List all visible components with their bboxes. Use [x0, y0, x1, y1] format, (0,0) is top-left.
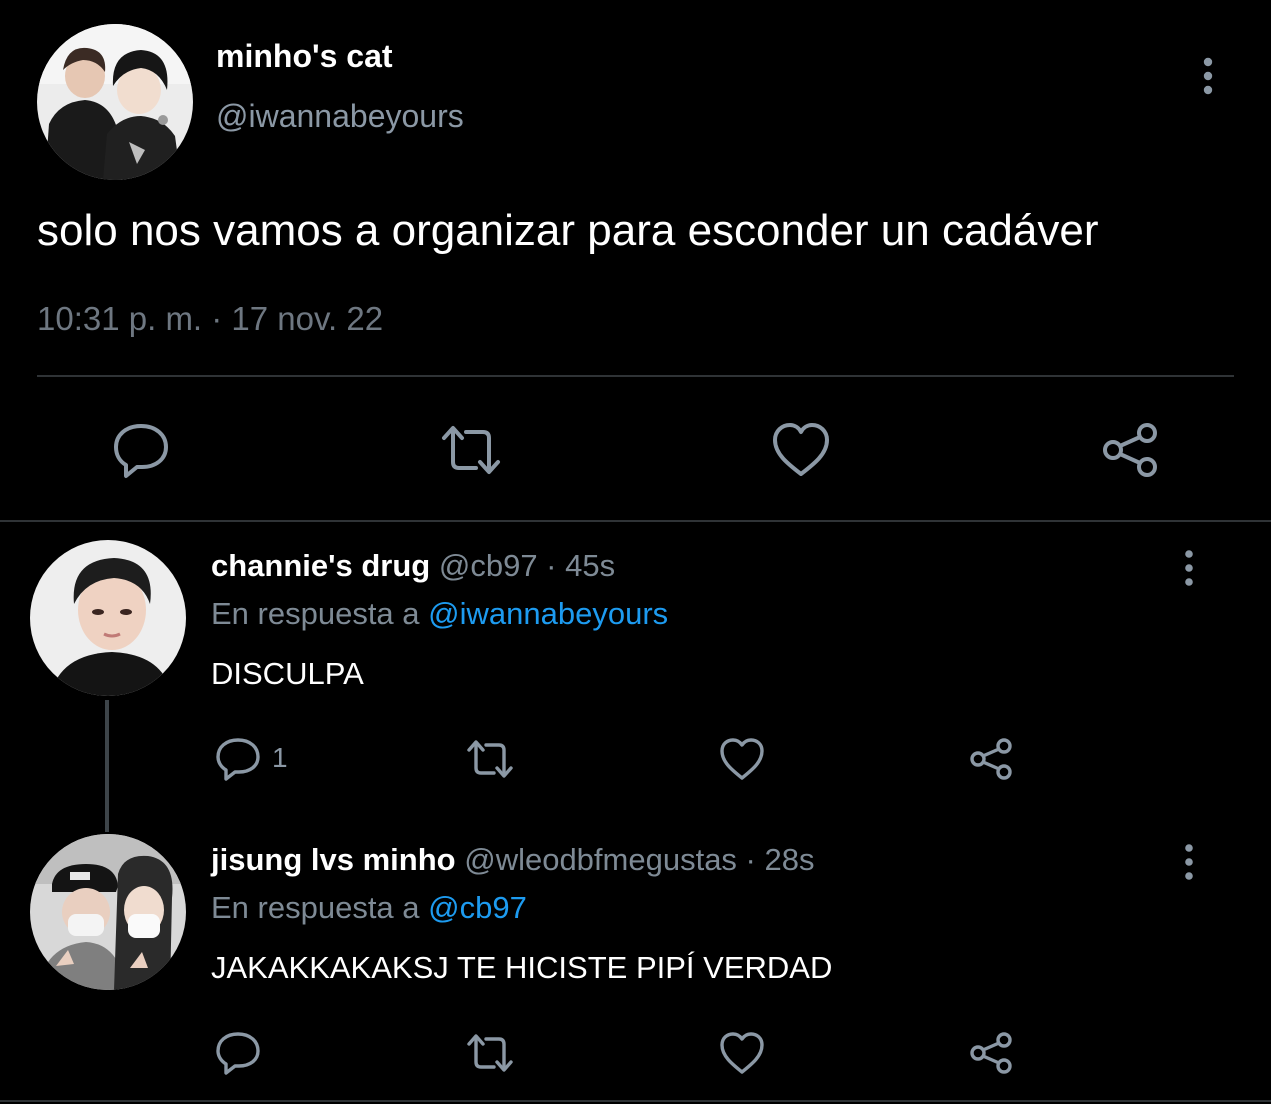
reply-header[interactable]: jisung lvs minho @wleodbfmegustas · 28s [211, 842, 814, 878]
reply-icon[interactable] [214, 736, 262, 782]
reply-prefix: En respuesta a [211, 890, 420, 925]
main-tweet-timestamp[interactable]: 10:31 p. m. · 17 nov. 22 [37, 300, 383, 338]
more-options-icon[interactable] [1190, 56, 1226, 96]
like-icon[interactable] [770, 420, 832, 480]
reply-meta: @cb97 · 45s [438, 548, 616, 583]
more-options-icon[interactable] [1174, 842, 1204, 882]
reply-display-name[interactable]: channie's drug [211, 548, 430, 583]
share-icon[interactable] [1100, 420, 1162, 480]
reply-context: En respuesta a @cb97 [211, 890, 527, 926]
main-handle[interactable]: @iwannabeyours [216, 98, 464, 135]
divider [37, 375, 1234, 377]
reply-avatar[interactable] [30, 834, 186, 990]
divider [0, 520, 1271, 522]
reply-to-link[interactable]: @iwannabeyours [428, 596, 668, 631]
share-icon[interactable] [968, 736, 1016, 782]
like-icon[interactable] [718, 1030, 766, 1076]
reply-prefix: En respuesta a [211, 596, 420, 631]
reply-context: En respuesta a @iwannabeyours [211, 596, 668, 632]
more-options-icon[interactable] [1174, 548, 1204, 588]
two-person-photo-avatar-icon [37, 24, 193, 180]
reply-icon[interactable] [214, 1030, 262, 1076]
retweet-icon[interactable] [440, 420, 502, 480]
divider [0, 1100, 1271, 1102]
reply-to-link[interactable]: @cb97 [428, 890, 527, 925]
person-photo-avatar-icon [30, 540, 186, 696]
reply-display-name[interactable]: jisung lvs minho [211, 842, 456, 877]
two-person-photo-avatar-icon [30, 834, 186, 990]
reply-text: JAKAKKAKAKSJ TE HICISTE PIPÍ VERDAD [211, 950, 833, 985]
retweet-icon[interactable] [466, 1030, 514, 1076]
reply-header[interactable]: channie's drug @cb97 · 45s [211, 548, 615, 584]
reply-meta: @wleodbfmegustas · 28s [464, 842, 815, 877]
retweet-icon[interactable] [466, 736, 514, 782]
share-icon[interactable] [968, 1030, 1016, 1076]
reply-icon[interactable] [110, 420, 172, 480]
main-display-name[interactable]: minho's cat [216, 38, 393, 75]
main-tweet-avatar[interactable] [37, 24, 193, 180]
main-tweet-text: solo nos vamos a organizar para esconder… [37, 206, 1099, 255]
like-icon[interactable] [718, 736, 766, 782]
thread-line [105, 700, 109, 832]
reply-count: 1 [272, 742, 288, 773]
reply-avatar[interactable] [30, 540, 186, 696]
reply-text: DISCULPA [211, 656, 364, 691]
